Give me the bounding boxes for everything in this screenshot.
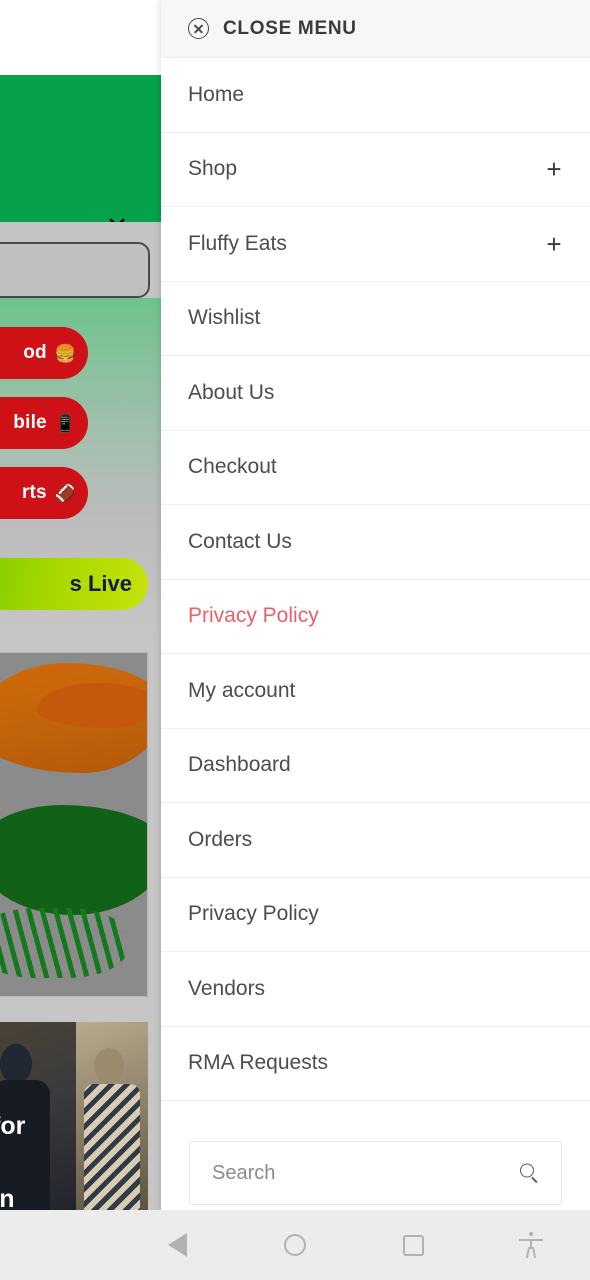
nav-spacer-left (0, 1210, 118, 1280)
back-button[interactable] (118, 1210, 236, 1280)
slide-out-menu-panel: CLOSE MENU Home Shop + Fluffy Eats + Wis… (161, 0, 590, 1210)
close-circle-icon[interactable] (188, 18, 209, 39)
menu-item-label: Contact Us (188, 529, 292, 553)
background-page[interactable]: ✕ od 🍔 bile 📱 rts 🏈 s Live (0, 0, 161, 1210)
recents-button[interactable] (354, 1210, 472, 1280)
menu-item-label: About Us (188, 380, 275, 404)
accessibility-button[interactable] (472, 1210, 590, 1280)
menu-item-label: Privacy Policy (188, 902, 319, 926)
menu-item-fluffy-eats[interactable]: Fluffy Eats + (161, 207, 590, 282)
menu-item-label: Vendors (188, 976, 266, 1000)
menu-search-section: Search (161, 1101, 590, 1205)
search-icon[interactable] (520, 1163, 539, 1183)
fashion-model-head-right (94, 1048, 124, 1084)
search-placeholder: Search (212, 1161, 276, 1184)
menu-item-label: Dashboard (188, 753, 291, 777)
menu-item-label: Shop (188, 157, 238, 181)
category-pill-mobile[interactable]: bile 📱 (0, 397, 88, 449)
menu-item-home[interactable]: Home (161, 58, 590, 133)
menu-item-label: Privacy Policy (188, 604, 319, 628)
menu-item-vendors[interactable]: Vendors (161, 952, 590, 1027)
menu-item-rma-requests[interactable]: RMA Requests (161, 1026, 590, 1101)
screen: ✕ od 🍔 bile 📱 rts 🏈 s Live (0, 0, 590, 1280)
category-pill-food[interactable]: od 🍔 (0, 327, 88, 379)
fashion-model-head-left (0, 1044, 32, 1084)
menu-item-privacy-policy[interactable]: Privacy Policy (161, 877, 590, 952)
background-top-area (0, 0, 161, 75)
menu-item-label: RMA Requests (188, 1051, 329, 1075)
menu-item-orders[interactable]: Orders (161, 803, 590, 878)
menu-item-label: Orders (188, 827, 253, 851)
fashion-promo-card[interactable]: for on (0, 1022, 148, 1210)
phone-icon: 📱 (54, 413, 76, 433)
close-menu-label: CLOSE MENU (223, 17, 357, 39)
menu-item-dashboard[interactable]: Dashboard (161, 728, 590, 803)
menu-header[interactable]: CLOSE MENU (161, 0, 590, 58)
flag-green-splash (0, 908, 127, 978)
background-page-content: ✕ od 🍔 bile 📱 rts 🏈 s Live (0, 0, 161, 1210)
home-button[interactable] (236, 1210, 354, 1280)
flag-promo-card[interactable]: st (0, 652, 148, 997)
menu-item-label: My account (188, 678, 296, 702)
category-pill-sports[interactable]: rts 🏈 (0, 467, 88, 519)
menu-item-label: Home (188, 82, 245, 106)
menu-item-privacy-policy-active[interactable]: Privacy Policy (161, 579, 590, 654)
background-search-field[interactable] (0, 242, 150, 298)
promo-banner[interactable]: ✕ (0, 75, 161, 241)
menu-item-label: Checkout (188, 455, 277, 479)
home-circle-icon (284, 1234, 306, 1256)
live-pill-label: s Live (69, 571, 132, 596)
android-navigation-bar (0, 1210, 590, 1280)
back-triangle-icon (167, 1233, 187, 1257)
football-icon: 🏈 (54, 483, 76, 503)
menu-item-my-account[interactable]: My account (161, 654, 590, 729)
expand-plus-icon[interactable]: + (542, 156, 566, 182)
menu-list: Home Shop + Fluffy Eats + Wishlist About… (161, 58, 590, 1101)
fashion-model-body-right (84, 1084, 140, 1210)
search-input[interactable]: Search (189, 1141, 562, 1205)
menu-item-contact-us[interactable]: Contact Us (161, 505, 590, 580)
flag-green-brush (0, 805, 147, 915)
category-pill-food-label: od (23, 342, 47, 363)
recents-square-icon (402, 1234, 424, 1256)
expand-plus-icon[interactable]: + (542, 231, 566, 257)
menu-item-label: Wishlist (188, 306, 261, 330)
fashion-card-headline-2: on (0, 1185, 15, 1210)
category-pill-sports-label: rts (21, 482, 47, 503)
live-pill[interactable]: s Live (0, 558, 148, 610)
menu-item-about-us[interactable]: About Us (161, 356, 590, 431)
menu-item-shop[interactable]: Shop + (161, 132, 590, 207)
menu-item-wishlist[interactable]: Wishlist (161, 281, 590, 356)
menu-item-label: Fluffy Eats (188, 231, 287, 255)
menu-item-checkout[interactable]: Checkout (161, 430, 590, 505)
fashion-card-headline-1: for (0, 1112, 26, 1140)
category-pill-mobile-label: bile (13, 412, 47, 433)
burger-icon: 🍔 (54, 343, 76, 363)
accessibility-icon (519, 1232, 543, 1259)
